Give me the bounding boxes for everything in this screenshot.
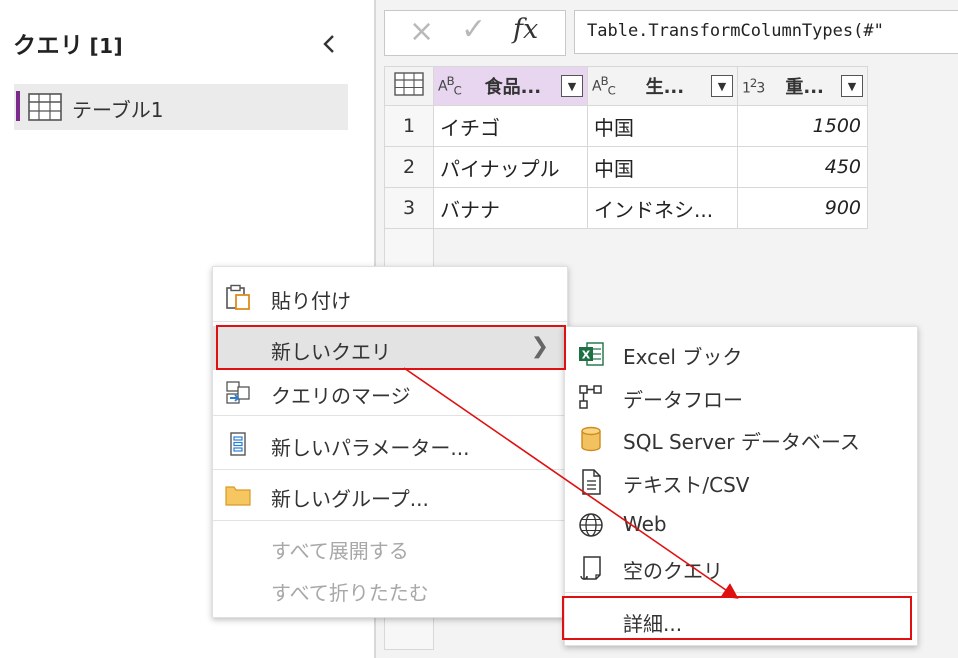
table-row: 2 パイナップル 中国 450 [384,146,868,188]
table-cell[interactable]: インドネシ... [587,187,738,229]
commit-icon[interactable]: ✓ [461,15,486,45]
formula-buttons: × ✓ fx [384,10,566,56]
submenu-item-web[interactable]: Web [565,503,917,545]
text-type-icon[interactable]: ABC [438,74,462,97]
filter-dropdown-icon[interactable]: ▼ [841,75,863,97]
table-cell[interactable]: 1500 [737,105,868,147]
submenu-item-label: テキスト/CSV [623,473,750,497]
folder-icon [225,486,251,506]
queries-title: クエリ [1] [13,26,123,60]
column-header[interactable]: ABC 生... ▼ [587,66,738,106]
grid-corner-button[interactable] [384,66,434,106]
queries-count: [1] [89,34,124,58]
menu-item-label: 新しいグループ... [271,487,429,511]
formula-input[interactable]: Table.TransformColumnTypes(#" [574,10,958,54]
cancel-icon[interactable]: × [409,17,434,47]
table-cell[interactable]: 900 [737,187,868,229]
menu-item-label: 新しいパラメーター... [271,436,470,460]
menu-item-label: 貼り付け [271,289,351,313]
table-cell[interactable]: バナナ [433,187,588,229]
menu-item-collapse-all: すべて折りたたむ [213,567,567,611]
column-header[interactable]: ABC 食品... ▼ [433,66,588,106]
table-row: 3 バナナ インドネシ... 900 [384,187,868,229]
menu-separator [213,415,567,416]
table-row: 1 イチゴ 中国 1500 [384,105,868,147]
submenu-item-blank-query[interactable]: 空のクエリ [565,546,917,588]
formula-bar: × ✓ fx Table.TransformColumnTypes(#" [384,10,958,56]
submenu-item-label: データフロー [623,388,743,412]
selected-indicator [16,91,20,121]
context-menu: 貼り付け 新しいクエリ ❯ クエリのマージ 新しいパラメーター... 新しいグル… [212,266,568,618]
submenu-item-sql-server[interactable]: SQL Server データベース [565,417,917,459]
blank-query-icon [580,556,601,580]
highlight-box-more [562,596,912,640]
submenu-item-label: SQL Server データベース [623,430,860,454]
paste-icon [226,284,250,310]
column-header[interactable]: 123 重... ▼ [737,66,868,106]
menu-item-new-parameter[interactable]: 新しいパラメーター... [213,422,567,466]
row-number[interactable]: 1 [384,105,434,147]
highlight-box-new-query [216,325,566,370]
menu-item-expand-all: すべて展開する [213,525,567,569]
filter-dropdown-icon[interactable]: ▼ [711,75,733,97]
table-cell[interactable]: 中国 [587,146,738,188]
menu-item-paste[interactable]: 貼り付け [213,275,567,319]
table-cell[interactable]: イチゴ [433,105,588,147]
column-name: 生... [645,77,685,98]
column-name: 食品... [484,77,542,98]
table-cell[interactable]: 中国 [587,105,738,147]
text-file-icon [582,469,601,495]
menu-item-new-group[interactable]: 新しいグループ... [213,473,567,517]
excel-icon: X [579,342,604,366]
menu-item-merge-queries[interactable]: クエリのマージ [213,370,567,414]
menu-separator [213,520,567,521]
parameter-icon [230,432,246,456]
text-type-icon[interactable]: ABC [592,74,616,97]
submenu-item-label: Web [623,512,667,536]
number-type-icon[interactable]: 123 [742,76,765,97]
queries-title-label: クエリ [13,33,84,59]
submenu-item-label: 空のクエリ [623,559,723,583]
submenu-item-label: Excel ブック [623,345,743,369]
fx-icon[interactable]: fx [513,14,538,45]
collapse-pane-icon[interactable] [318,31,340,57]
row-number[interactable]: 2 [384,146,434,188]
dataflow-icon [579,385,602,409]
query-item-label: テーブル1 [72,98,164,122]
row-number[interactable]: 3 [384,187,434,229]
menu-separator [565,592,917,593]
menu-item-label: クエリのマージ [271,384,411,408]
filter-dropdown-icon[interactable]: ▼ [561,75,583,97]
merge-queries-icon [226,381,250,404]
database-icon [581,426,601,452]
menu-item-label: すべて展開する [271,539,409,563]
submenu-item-dataflow[interactable]: データフロー [565,375,917,417]
menu-separator [213,469,567,470]
submenu-item-excel[interactable]: X Excel ブック [565,332,917,374]
table-cell[interactable]: パイナップル [433,146,588,188]
svg-text:X: X [582,349,591,362]
column-name: 重... [785,77,824,98]
globe-icon [579,513,603,537]
table-icon [394,72,424,96]
menu-item-label: すべて折りたたむ [271,581,429,605]
table-cell[interactable]: 450 [737,146,868,188]
table-icon [28,93,62,121]
query-item-table1[interactable]: テーブル1 [14,84,348,130]
submenu-item-text-csv[interactable]: テキスト/CSV [565,460,917,502]
menu-separator [213,321,567,322]
